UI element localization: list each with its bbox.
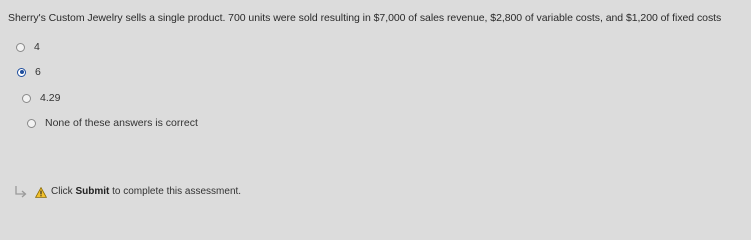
footer-text: Click Submit to complete this assessment… — [51, 186, 241, 198]
arrow-right-icon — [15, 186, 27, 198]
footer-suffix: to complete this assessment. — [109, 186, 242, 197]
footer-prefix: Click — [51, 186, 76, 197]
answer-option-4[interactable]: None of these answers is correct — [27, 117, 198, 129]
answer-label: None of these answers is correct — [45, 117, 198, 129]
answer-label: 4.29 — [40, 92, 61, 104]
warning-icon — [35, 186, 47, 198]
radio-button[interactable] — [16, 42, 25, 52]
radio-button[interactable] — [22, 93, 31, 103]
answer-option-2[interactable]: 6 — [17, 66, 41, 78]
answer-option-3[interactable]: 4.29 — [22, 92, 60, 104]
answer-option-1[interactable]: 4 — [16, 41, 40, 53]
radio-button[interactable] — [27, 118, 36, 128]
question-text: Sherry's Custom Jewelry sells a single p… — [8, 12, 722, 24]
answer-label: 6 — [35, 66, 41, 78]
radio-button-selected[interactable] — [17, 67, 26, 77]
submit-instruction: Click Submit to complete this assessment… — [13, 185, 241, 199]
answer-label: 4 — [34, 41, 40, 53]
submit-label: Submit — [75, 186, 110, 197]
